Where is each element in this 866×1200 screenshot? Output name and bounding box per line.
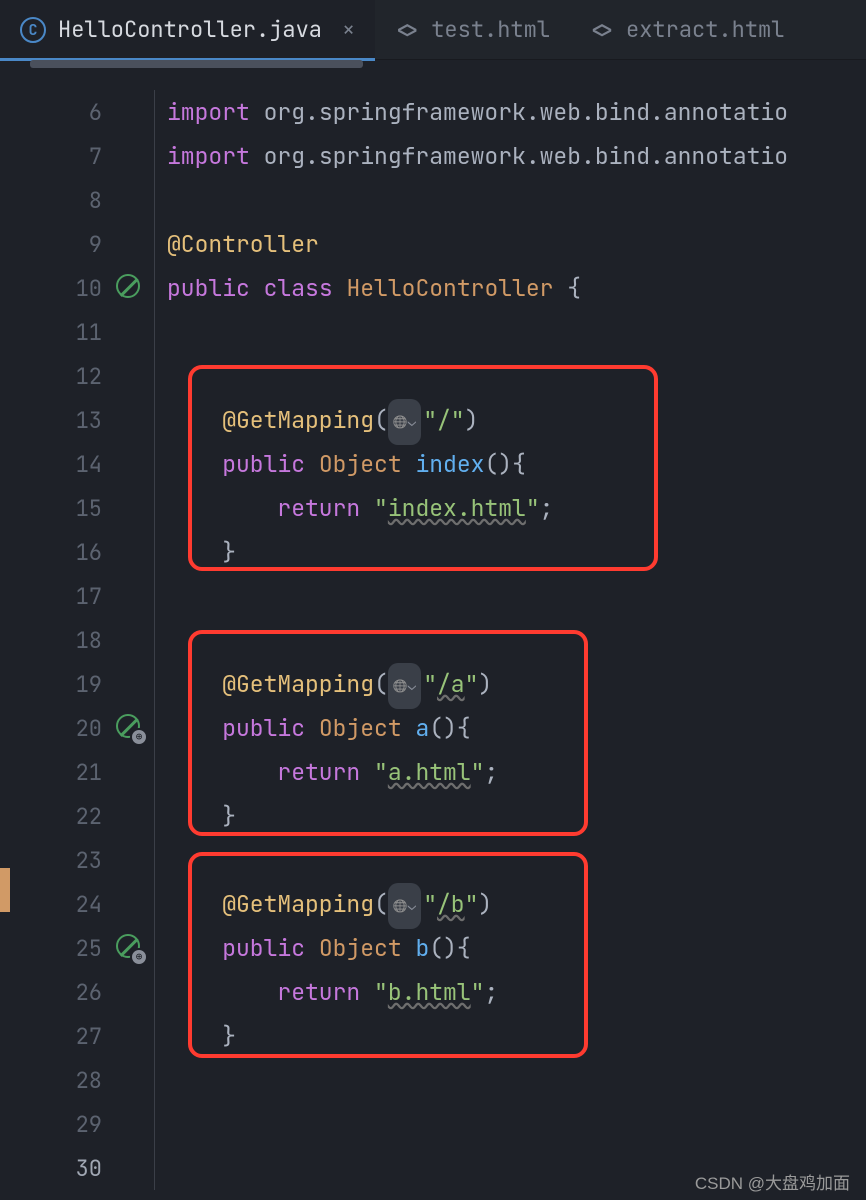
tab-label: test.html [431, 15, 550, 44]
gutter-line-27[interactable]: 27 [0, 1014, 154, 1058]
code-line-10[interactable]: public class HelloController { [167, 266, 866, 310]
gutter-line-25[interactable]: 25⊕ [0, 926, 154, 970]
gutter-line-6[interactable]: 6 [0, 90, 154, 134]
url-icon[interactable] [388, 663, 421, 709]
no-entry-icon [116, 274, 144, 302]
code-line-12[interactable] [167, 354, 866, 398]
code-line-21[interactable]: return "a.html"; [167, 750, 866, 794]
html-icon: <> [395, 17, 419, 43]
code-area[interactable]: import org.springframework.web.bind.anno… [155, 90, 866, 1190]
gutter-line-9[interactable]: 9 [0, 222, 154, 266]
gutter-line-22[interactable]: 22 [0, 794, 154, 838]
tab-bar: C HelloController.java × <> test.html <>… [0, 0, 866, 60]
watermark: CSDN @大盘鸡加面 [695, 1169, 850, 1194]
code-line-13[interactable]: @GetMapping("/") [167, 398, 866, 442]
code-line-22[interactable]: } [167, 794, 866, 838]
tab-label: extract.html [626, 15, 784, 44]
gutter: 67891011121314151617181920⊕2122232425⊕26… [0, 90, 155, 1190]
close-icon[interactable]: × [342, 15, 355, 44]
code-line-28[interactable] [167, 1058, 866, 1102]
code-line-24[interactable]: @GetMapping("/b") [167, 882, 866, 926]
gutter-line-24[interactable]: 24 [0, 882, 154, 926]
gutter-line-19[interactable]: 19 [0, 662, 154, 706]
code-line-15[interactable]: return "index.html"; [167, 486, 866, 530]
code-line-6[interactable]: import org.springframework.web.bind.anno… [167, 90, 866, 134]
gutter-line-30[interactable]: 30 [0, 1146, 154, 1190]
code-line-7[interactable]: import org.springframework.web.bind.anno… [167, 134, 866, 178]
code-line-23[interactable] [167, 838, 866, 882]
gutter-line-28[interactable]: 28 [0, 1058, 154, 1102]
tab-extract-html[interactable]: <> extract.html [570, 0, 804, 59]
code-line-17[interactable] [167, 574, 866, 618]
html-icon: <> [590, 17, 614, 43]
code-line-16[interactable]: } [167, 530, 866, 574]
code-line-20[interactable]: public Object a(){ [167, 706, 866, 750]
tab-hello-controller[interactable]: C HelloController.java × [0, 0, 375, 59]
gutter-line-13[interactable]: 13 [0, 398, 154, 442]
tab-test-html[interactable]: <> test.html [375, 0, 570, 59]
code-line-29[interactable] [167, 1102, 866, 1146]
gutter-line-15[interactable]: 15 [0, 486, 154, 530]
gutter-line-8[interactable]: 8 [0, 178, 154, 222]
gutter-line-10[interactable]: 10 [0, 266, 154, 310]
gutter-line-29[interactable]: 29 [0, 1102, 154, 1146]
tab-scroll-indicator[interactable] [30, 60, 363, 68]
gutter-line-16[interactable]: 16 [0, 530, 154, 574]
code-line-9[interactable]: @Controller [167, 222, 866, 266]
left-marker [0, 868, 10, 912]
gutter-line-11[interactable]: 11 [0, 310, 154, 354]
java-class-icon: C [20, 17, 46, 43]
gutter-line-20[interactable]: 20⊕ [0, 706, 154, 750]
code-line-25[interactable]: public Object b(){ [167, 926, 866, 970]
url-icon[interactable] [388, 883, 421, 929]
gutter-line-7[interactable]: 7 [0, 134, 154, 178]
gutter-line-14[interactable]: 14 [0, 442, 154, 486]
gutter-line-23[interactable]: 23 [0, 838, 154, 882]
code-line-11[interactable] [167, 310, 866, 354]
tab-label: HelloController.java [58, 15, 322, 44]
editor-area: 67891011121314151617181920⊕2122232425⊕26… [0, 60, 866, 1190]
code-line-19[interactable]: @GetMapping("/a") [167, 662, 866, 706]
web-endpoint-icon[interactable]: ⊕ [116, 714, 144, 742]
gutter-line-18[interactable]: 18 [0, 618, 154, 662]
gutter-line-17[interactable]: 17 [0, 574, 154, 618]
code-line-14[interactable]: public Object index(){ [167, 442, 866, 486]
gutter-line-12[interactable]: 12 [0, 354, 154, 398]
url-icon[interactable] [388, 399, 421, 445]
code-line-27[interactable]: } [167, 1014, 866, 1058]
code-line-18[interactable] [167, 618, 866, 662]
gutter-line-26[interactable]: 26 [0, 970, 154, 1014]
code-line-8[interactable] [167, 178, 866, 222]
code-line-26[interactable]: return "b.html"; [167, 970, 866, 1014]
gutter-line-21[interactable]: 21 [0, 750, 154, 794]
web-endpoint-icon[interactable]: ⊕ [116, 934, 144, 962]
